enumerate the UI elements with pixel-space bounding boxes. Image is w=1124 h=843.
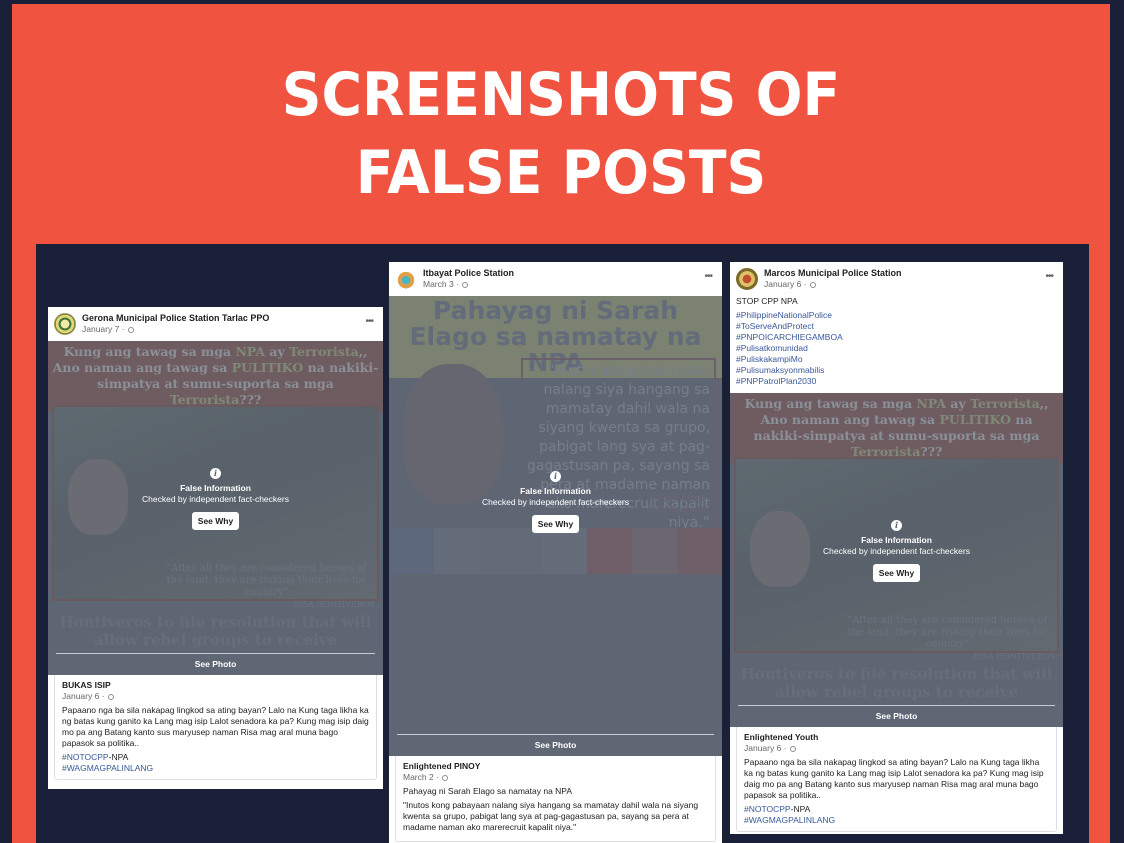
fact-check-subtitle: Checked by independent fact-checkers bbox=[482, 497, 629, 507]
shared-post: Enlightened Youth January 6 · Papaano ng… bbox=[736, 727, 1057, 832]
info-icon: i bbox=[210, 468, 221, 479]
see-photo-button[interactable]: See Photo bbox=[730, 705, 1063, 727]
more-options-icon[interactable]: ••• bbox=[704, 271, 712, 282]
shared-post: BUKAS ISIP January 6 · Papaano nga ba si… bbox=[54, 675, 377, 780]
fact-check-notice: i False Information Checked by independe… bbox=[389, 466, 722, 533]
info-icon: i bbox=[891, 520, 902, 531]
fact-check-title: False Information bbox=[861, 535, 932, 545]
post-header: Gerona Municipal Police Station Tarlac P… bbox=[48, 307, 383, 341]
page-name-link[interactable]: Gerona Municipal Police Station Tarlac P… bbox=[82, 313, 377, 324]
more-options-icon[interactable]: ••• bbox=[1045, 271, 1053, 282]
post-date[interactable]: March 3 bbox=[423, 279, 454, 289]
page-name-link[interactable]: Itbayat Police Station bbox=[423, 268, 716, 279]
shared-text: "Inutos kong pabayaan nalang siya hangan… bbox=[403, 800, 699, 832]
fact-check-notice: i False Information Checked by independe… bbox=[730, 515, 1063, 582]
post-card-gerona: Gerona Municipal Police Station Tarlac P… bbox=[48, 307, 383, 789]
hashtag-link[interactable]: #Pulisatkomunidad bbox=[736, 343, 1057, 354]
shared-post: Enlightened PINOY March 2 · Pahayag ni S… bbox=[395, 756, 716, 842]
post-header: Marcos Municipal Police Station January … bbox=[730, 262, 1063, 296]
post-date[interactable]: January 7 bbox=[82, 324, 119, 334]
see-photo-button[interactable]: See Photo bbox=[389, 734, 722, 756]
see-why-button[interactable]: See Why bbox=[872, 564, 921, 582]
hashtag-suffix: -NPA bbox=[790, 804, 811, 814]
fact-check-title: False Information bbox=[180, 483, 251, 493]
info-icon: i bbox=[550, 471, 561, 482]
fact-check-notice: i False Information Checked by independe… bbox=[48, 463, 383, 530]
post-caption: STOP CPP NPA #PhilippineNationalPolice #… bbox=[730, 296, 1063, 393]
globe-icon bbox=[462, 281, 469, 288]
post-date[interactable]: January 6 bbox=[764, 279, 801, 289]
globe-icon bbox=[107, 693, 114, 700]
hashtag-link[interactable]: #ToServeAndProtect bbox=[736, 321, 1057, 332]
police-seal-icon[interactable] bbox=[395, 268, 417, 290]
shared-text: Papaano nga ba sila nakapag lingkod sa a… bbox=[62, 705, 369, 748]
hashtag-link[interactable]: #PuliskakampiMo bbox=[736, 354, 1057, 365]
shared-page-name[interactable]: Enlightened PINOY bbox=[403, 761, 708, 772]
hashtag-link[interactable]: #WAGMAGPALINLANG bbox=[62, 763, 153, 773]
police-seal-icon[interactable] bbox=[736, 268, 758, 290]
hashtag-link[interactable]: #WAGMAGPALINLANG bbox=[744, 815, 835, 825]
globe-icon bbox=[789, 745, 796, 752]
posts-panel: Gerona Municipal Police Station Tarlac P… bbox=[36, 244, 1089, 843]
shared-page-name[interactable]: Enlightened Youth bbox=[744, 732, 1049, 743]
police-seal-icon[interactable] bbox=[54, 313, 76, 335]
globe-icon bbox=[442, 774, 449, 781]
hashtag-link[interactable]: #NOTOCPP bbox=[62, 752, 109, 762]
post-card-itbayat: Itbayat Police Station March 3 · ••• Pah… bbox=[389, 262, 722, 843]
post-photo[interactable]: Kung ang tawag sa mga NPA ay Terrorista,… bbox=[730, 393, 1063, 727]
title-line-2: FALSE POSTS bbox=[355, 138, 767, 208]
page-name-link[interactable]: Marcos Municipal Police Station bbox=[764, 268, 1057, 279]
hashtag-link[interactable]: #PNPPatrolPlan2030 bbox=[736, 376, 1057, 387]
globe-icon bbox=[127, 326, 134, 333]
see-why-button[interactable]: See Why bbox=[191, 512, 240, 530]
shared-title: Pahayag ni Sarah Elago sa namatay na NPA bbox=[403, 786, 573, 796]
see-photo-button[interactable]: See Photo bbox=[48, 653, 383, 675]
fact-check-subtitle: Checked by independent fact-checkers bbox=[823, 546, 970, 556]
hashtag-link[interactable]: #Pulisumaksyonmabilis bbox=[736, 365, 1057, 376]
post-photo[interactable]: Pahayag ni Sarah Elago sa namatay na NPA… bbox=[389, 296, 722, 756]
hashtag-link[interactable]: #PNPOICARCHIEGAMBOA bbox=[736, 332, 1057, 343]
shared-page-name[interactable]: BUKAS ISIP bbox=[62, 680, 369, 691]
caption-text: STOP CPP NPA bbox=[736, 296, 798, 306]
title-line-1: SCREENSHOTS OF bbox=[281, 60, 841, 130]
post-photo[interactable]: Kung ang tawag sa mga NPA ay Terrorista,… bbox=[48, 341, 383, 675]
globe-icon bbox=[809, 281, 816, 288]
hashtag-link[interactable]: #PhilippineNationalPolice bbox=[736, 310, 1057, 321]
post-card-marcos: Marcos Municipal Police Station January … bbox=[730, 262, 1063, 834]
see-why-button[interactable]: See Why bbox=[531, 515, 580, 533]
shared-text: Papaano nga ba sila nakapag lingkod sa a… bbox=[744, 757, 1044, 800]
page-title: SCREENSHOTS OF FALSE POSTS bbox=[56, 56, 1066, 212]
fact-check-title: False Information bbox=[520, 486, 591, 496]
more-options-icon[interactable]: ••• bbox=[365, 316, 373, 327]
hashtag-suffix: -NPA bbox=[108, 752, 129, 762]
shared-date[interactable]: March 2 bbox=[403, 772, 434, 782]
hashtag-link[interactable]: #NOTOCPP bbox=[744, 804, 791, 814]
post-header: Itbayat Police Station March 3 · ••• bbox=[389, 262, 722, 296]
fact-check-subtitle: Checked by independent fact-checkers bbox=[142, 494, 289, 504]
shared-date[interactable]: January 6 bbox=[744, 743, 781, 753]
shared-date[interactable]: January 6 bbox=[62, 691, 99, 701]
